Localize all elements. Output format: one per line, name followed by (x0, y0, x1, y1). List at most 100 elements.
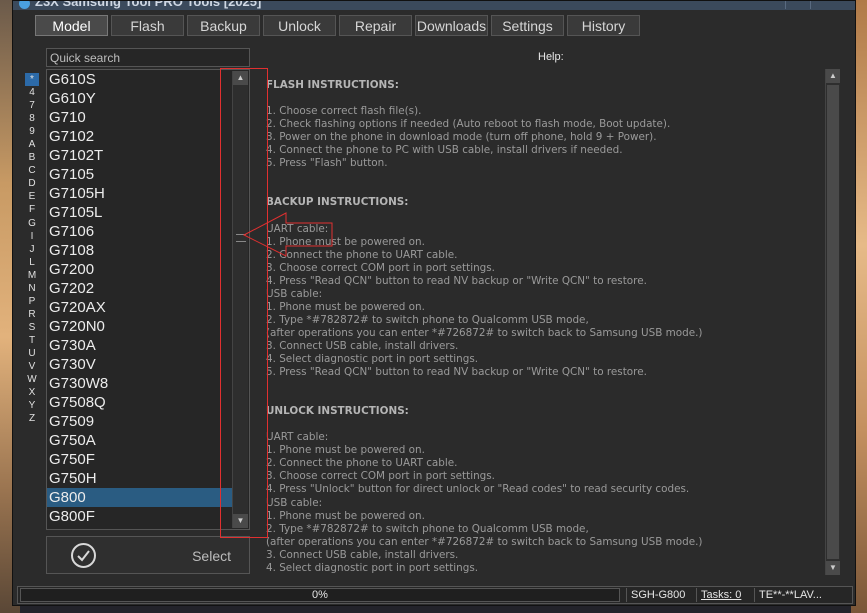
alpha-index-item[interactable]: W (25, 373, 39, 386)
help-line: USB cable: (266, 496, 323, 509)
help-line: 4. Select diagnostic port in port settin… (266, 561, 479, 574)
alpha-index-item[interactable]: T (25, 334, 39, 347)
status-user: TE**-**LAV... (754, 588, 852, 602)
tab-flash[interactable]: Flash (111, 15, 184, 36)
status-tasks[interactable]: Tasks: 0 (696, 588, 752, 602)
help-line: 4. Press "Unlock" button for direct unlo… (266, 483, 690, 496)
model-list-item[interactable]: G800 (47, 488, 232, 507)
alpha-index-item[interactable]: Y (25, 399, 39, 412)
alpha-index-item[interactable]: B (25, 151, 39, 164)
help-line (266, 379, 822, 392)
alpha-index-item[interactable]: 9 (25, 125, 39, 138)
alpha-index-item[interactable]: M (25, 269, 39, 282)
model-list-item[interactable]: G750F (47, 450, 232, 469)
help-scrollbar[interactable]: ▲ ▼ (825, 69, 840, 575)
tab-downloads[interactable]: Downloads (415, 15, 488, 36)
alpha-index-item[interactable]: C (25, 164, 39, 177)
alpha-index-item[interactable]: G (25, 217, 39, 230)
tab-repair[interactable]: Repair (339, 15, 412, 36)
model-list-item[interactable]: G7108 (47, 241, 232, 260)
tab-model[interactable]: Model (35, 15, 108, 36)
window-title: Z3X Samsung Tool PRO Tools [2025] (35, 1, 262, 9)
alpha-index-item[interactable]: F (25, 203, 39, 216)
alpha-index-item[interactable]: 7 (25, 99, 39, 112)
alpha-index-item[interactable]: Z (25, 412, 39, 425)
alpha-index-item[interactable]: E (25, 190, 39, 203)
progress-text: 0% (312, 589, 328, 601)
alpha-index-item[interactable]: S (25, 321, 39, 334)
help-section-heading: FLASH INSTRUCTIONS: (266, 79, 399, 91)
tab-history[interactable]: History (567, 15, 640, 36)
alpha-index-item[interactable]: P (25, 295, 39, 308)
model-list-item[interactable]: G7200 (47, 260, 232, 279)
model-list-item[interactable]: G610Y (47, 89, 232, 108)
help-line: 4. Press "Read QCN" button to read NV ba… (266, 274, 647, 287)
help-line (266, 209, 822, 222)
tab-unlock[interactable]: Unlock (263, 15, 336, 36)
help-line: 2. Type *#782872# to switch phone to Qua… (266, 313, 589, 326)
alpha-index-item[interactable]: V (25, 360, 39, 373)
model-list-item[interactable]: G800F (47, 507, 232, 526)
help-scroll-up-icon[interactable]: ▲ (826, 69, 840, 83)
alpha-index-item[interactable]: N (25, 282, 39, 295)
model-list-item[interactable]: G720N0 (47, 317, 232, 336)
alpha-index-item[interactable]: 4 (25, 86, 39, 99)
model-list-item[interactable]: G7105H (47, 184, 232, 203)
help-line: 2. Connect the phone to UART cable. (266, 457, 458, 470)
model-list-item[interactable]: G610S (47, 70, 232, 89)
model-list-item[interactable]: G7105 (47, 165, 232, 184)
status-model: SGH-G800 (626, 588, 694, 602)
alpha-index-item[interactable]: D (25, 177, 39, 190)
app-icon (19, 1, 30, 9)
help-scroll-thumb[interactable] (827, 85, 839, 559)
help-line (266, 418, 822, 431)
tab-settings[interactable]: Settings (491, 15, 564, 36)
alpha-index-item[interactable]: L (25, 256, 39, 269)
alpha-index-item[interactable]: 8 (25, 112, 39, 125)
help-line: 4. Connect the phone to PC with USB cabl… (266, 144, 623, 157)
alpha-index-item[interactable]: I (25, 230, 39, 243)
model-list-item[interactable]: G750A (47, 431, 232, 450)
help-line: 2. Type *#782872# to switch phone to Qua… (266, 522, 589, 535)
help-line (266, 183, 822, 196)
select-button[interactable]: Select (46, 536, 250, 574)
model-list-item[interactable]: G7509 (47, 412, 232, 431)
alpha-index-item[interactable]: X (25, 386, 39, 399)
help-line: 1. Phone must be powered on. (266, 444, 425, 457)
minimize-button[interactable] (785, 1, 809, 9)
help-line: UART cable: (266, 431, 329, 444)
help-line: 2. Check flashing options if needed (Aut… (266, 118, 671, 131)
alpha-index-item[interactable]: J (25, 243, 39, 256)
annotation-rectangle (220, 68, 268, 538)
help-line: 1. Phone must be powered on. (266, 235, 425, 248)
alpha-index-item[interactable]: * (25, 73, 39, 87)
progress-bar: 0% (20, 588, 620, 602)
model-list-item[interactable]: G730V (47, 355, 232, 374)
help-scroll-down-icon[interactable]: ▼ (826, 561, 840, 575)
model-list-item[interactable]: G7508Q (47, 393, 232, 412)
model-list-item[interactable]: G730W8 (47, 374, 232, 393)
model-list-item[interactable]: G7105L (47, 203, 232, 222)
model-list-item[interactable]: G7102 (47, 127, 232, 146)
model-list-item[interactable]: G720AX (47, 298, 232, 317)
help-label: Help: (538, 51, 564, 63)
quick-search-input[interactable]: Quick search (46, 48, 250, 67)
help-line (266, 170, 822, 183)
model-list-item[interactable]: G730A (47, 336, 232, 355)
model-list-item[interactable]: G710 (47, 108, 232, 127)
model-list-item[interactable]: G7106 (47, 222, 232, 241)
alpha-index-item[interactable]: R (25, 308, 39, 321)
tab-backup[interactable]: Backup (187, 15, 260, 36)
help-line: (after operations you can enter *#726872… (266, 326, 703, 339)
alpha-index-item[interactable]: A (25, 138, 39, 151)
close-button[interactable] (810, 1, 834, 9)
model-list-item[interactable]: G7202 (47, 279, 232, 298)
model-list-item[interactable]: G7102T (47, 146, 232, 165)
model-list-item[interactable]: G750H (47, 469, 232, 488)
checkmark-icon (71, 543, 96, 568)
help-line: 3. Connect USB cable, install drivers. (266, 339, 459, 352)
help-line: USB cable: (266, 287, 323, 300)
alpha-index-item[interactable]: U (25, 347, 39, 360)
help-line: 3. Connect USB cable, install drivers. (266, 548, 459, 561)
title-bar: Z3X Samsung Tool PRO Tools [2025] (13, 1, 855, 10)
